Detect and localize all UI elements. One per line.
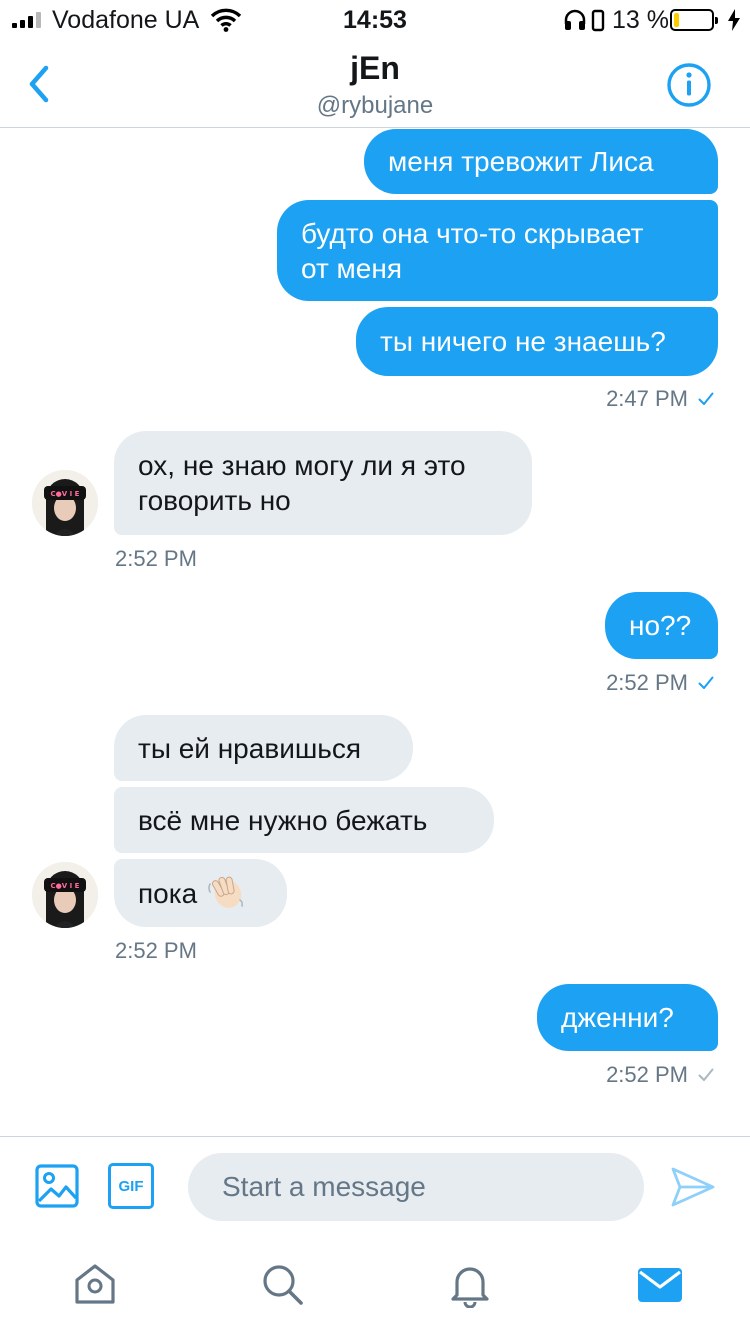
message-time: 2:47 PM [606,386,688,411]
message-timestamp-row: 2:52 PM [115,546,197,572]
outgoing-message-bubble[interactable]: но?? [605,592,718,659]
battery-fill [674,13,679,27]
conversation-header: jEn @rybujane [0,40,750,128]
outgoing-message-bubble[interactable]: меня тревожит Лиса [364,129,718,194]
message-timestamp-row: 2:47 PM [606,386,714,412]
message-text-line: ох, не знаю могу ли я это [138,450,466,481]
message-time: 2:52 PM [115,546,197,571]
message-text: пока [138,877,198,909]
message-text: всё мне нужно бежать [138,804,428,836]
avatar[interactable]: C●V I E [32,470,98,536]
svg-text:C●V I E: C●V I E [51,882,80,890]
message-text-line: от меня [301,252,403,284]
message-text: но?? [629,610,692,641]
status-bar: Vodafone UA 14:53 13 % [0,0,750,40]
battery-percentage: 13 % [612,6,669,34]
message-composer: GIF Start a message [0,1136,750,1242]
message-timestamp-row: 2:52 PM [115,938,197,964]
headphones-icon [564,9,586,30]
messages-icon[interactable] [636,1260,684,1308]
check-icon [698,1068,714,1081]
message-input[interactable]: Start a message [188,1153,644,1221]
charging-bolt-icon [728,9,740,31]
home-icon[interactable] [71,1260,119,1308]
orientation-lock-icon [591,9,605,32]
check-icon [698,676,714,689]
conversation-title: jEn [350,50,400,86]
image-icon[interactable] [34,1163,80,1209]
notifications-icon[interactable] [446,1260,494,1308]
message-timestamp-row: 2:52 PM [606,1062,714,1088]
send-icon[interactable] [670,1165,716,1209]
check-icon [698,392,714,405]
info-icon[interactable] [666,62,712,108]
avatar-photo: C●V I E [32,470,98,536]
message-time: 2:52 PM [115,938,197,963]
incoming-message-bubble[interactable]: ты ей нравишься [114,715,413,781]
svg-text:C●V I E: C●V I E [51,490,80,498]
incoming-message-bubble[interactable]: ох, не знаю могу ли я это говорить но [114,431,532,535]
message-text: ты ничего не знаешь? [380,326,666,357]
message-input-placeholder: Start a message [222,1171,426,1202]
outgoing-message-bubble[interactable]: будто она что-то скрывает от меня [277,200,718,301]
message-text: меня тревожит Лиса [388,146,654,177]
message-text-line: говорить но [138,485,291,516]
message-text: дженни? [561,1002,674,1033]
waving-hand-emoji-icon [208,876,244,908]
tab-bar [0,1242,750,1334]
message-text: ты ей нравишься [138,732,362,764]
outgoing-message-bubble[interactable]: ты ничего не знаешь? [356,307,718,376]
message-timestamp-row: 2:52 PM [606,670,714,696]
search-icon[interactable] [258,1260,306,1308]
conversation-handle: @rybujane [316,92,434,119]
message-time: 2:52 PM [606,670,688,695]
avatar[interactable]: C●V I E [32,862,98,928]
avatar-photo: C●V I E [32,862,98,928]
incoming-message-bubble[interactable]: всё мне нужно бежать [114,787,494,853]
battery-icon [670,9,718,31]
message-time: 2:52 PM [606,1062,688,1087]
gif-button[interactable]: GIF [108,1163,154,1209]
message-text-line: будто она что-то скрывает [301,217,644,249]
gif-label: GIF [118,1177,144,1195]
outgoing-message-bubble[interactable]: дженни? [537,984,718,1051]
incoming-message-bubble[interactable]: пока [114,859,287,927]
